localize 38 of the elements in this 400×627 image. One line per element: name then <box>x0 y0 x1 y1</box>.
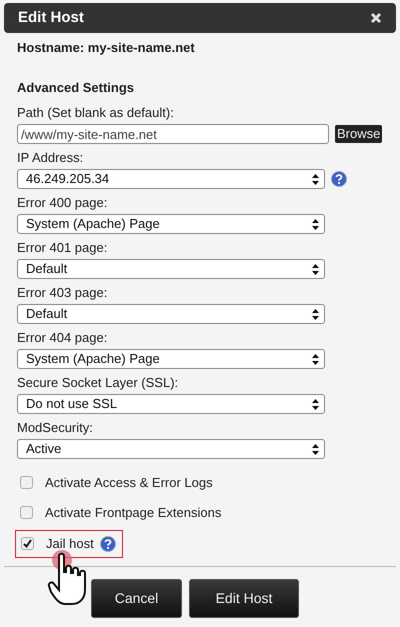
checkbox-label: Activate Frontpage Extensions <box>45 504 222 522</box>
dropdown-select[interactable]: 46.249.205.34 <box>17 169 325 189</box>
dropdown-select[interactable]: Do not use SSL <box>17 394 325 414</box>
up-down-arrows-icon <box>312 444 319 454</box>
field-label: ModSecurity: <box>17 420 94 436</box>
dropdown-select[interactable]: System (Apache) Page <box>17 214 325 234</box>
field-label: Error 400 page: <box>17 195 108 211</box>
submit-button[interactable]: Edit Host <box>189 578 299 618</box>
dropdown-select[interactable]: Default <box>17 304 325 324</box>
section-title: Advanced Settings <box>17 78 136 97</box>
field-label: Error 401 page: <box>17 240 108 256</box>
field-label: IP Address: <box>17 150 84 166</box>
up-down-arrows-icon <box>312 218 319 230</box>
window-title: Edit Host <box>18 8 84 28</box>
dropdown-select[interactable]: Active <box>17 439 325 459</box>
up-down-arrows-icon <box>312 264 319 274</box>
up-down-arrows-icon <box>312 354 319 364</box>
up-down-arrows-icon <box>312 398 319 410</box>
checkbox-label: Jail host <box>46 535 94 553</box>
browse-button[interactable]: Browse <box>335 125 382 143</box>
cancel-button[interactable]: Cancel <box>91 578 182 618</box>
help-icon[interactable] <box>100 536 116 552</box>
help-icon[interactable] <box>331 171 347 187</box>
field-label: Error 403 page: <box>17 285 108 301</box>
checkbox[interactable] <box>20 476 33 490</box>
dropdown-select[interactable]: System (Apache) Page <box>17 349 325 369</box>
up-down-arrows-icon <box>312 308 319 320</box>
close-icon[interactable] <box>370 12 382 24</box>
path-input[interactable]: /www/my-site-name.net <box>17 124 329 144</box>
checkbox-label: Activate Access & Error Logs <box>45 474 213 492</box>
up-down-arrows-icon <box>312 174 319 184</box>
checkbox[interactable] <box>20 506 33 519</box>
hostname-text: Hostname: my-site-name.net <box>17 39 196 57</box>
field-label: Secure Socket Layer (SSL): <box>17 375 180 391</box>
dropdown-select[interactable]: Default <box>17 259 325 279</box>
checkbox[interactable] <box>21 537 34 550</box>
field-label: Path (Set blank as default): <box>17 105 175 121</box>
field-label: Error 404 page: <box>17 330 108 346</box>
